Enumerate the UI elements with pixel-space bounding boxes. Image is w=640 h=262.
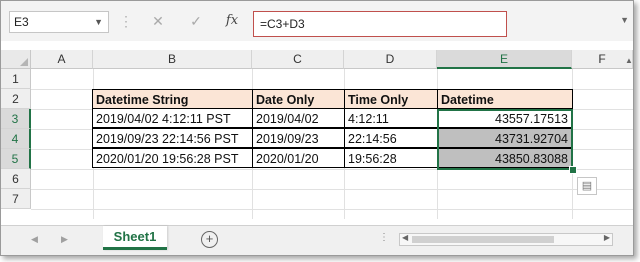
drag-handle-icon[interactable]: ⋮: [119, 13, 133, 30]
table-cell[interactable]: 22:14:56: [344, 128, 438, 148]
table-cell[interactable]: 19:56:28: [344, 148, 438, 168]
column-header-d[interactable]: D: [344, 50, 437, 69]
scroll-thumb[interactable]: [412, 236, 554, 243]
formula-bar-area: E3 ▼ ⋮ ✕ ✓ fx =C3+D3 ▼: [1, 1, 633, 41]
sheet-tab-sheet1[interactable]: Sheet1: [103, 226, 167, 250]
row-header-6[interactable]: 6: [1, 169, 31, 189]
row-header-4[interactable]: 4: [1, 129, 31, 149]
name-box[interactable]: E3 ▼: [9, 11, 109, 33]
header-cell-date-only[interactable]: Date Only: [252, 89, 345, 109]
table-cell[interactable]: 2019/09/23 22:14:56 PST: [92, 128, 253, 148]
check-icon[interactable]: ✓: [185, 11, 207, 31]
table-cell[interactable]: 2019/04/02: [252, 108, 345, 128]
expand-formula-bar-icon[interactable]: ▼: [620, 15, 629, 25]
column-header-a[interactable]: A: [31, 50, 93, 69]
column-header-c[interactable]: C: [252, 50, 344, 69]
horizontal-scrollbar[interactable]: ◀ ▶: [399, 233, 613, 246]
gridline: [31, 209, 633, 210]
quick-analysis-icon[interactable]: ▤: [577, 177, 597, 195]
row-header-2[interactable]: 2: [1, 89, 31, 109]
scroll-left-icon[interactable]: ◀: [402, 233, 408, 242]
chevron-down-icon[interactable]: ▼: [94, 12, 103, 32]
table-cell[interactable]: 2019/09/23: [252, 128, 345, 148]
scroll-up-icon[interactable]: ▲: [625, 56, 633, 65]
row-header-3[interactable]: 3: [1, 109, 31, 129]
excel-window: E3 ▼ ⋮ ✕ ✓ fx =C3+D3 ▼ A B C D E F 1 2 3…: [0, 0, 634, 256]
header-cell-datetime-string[interactable]: Datetime String: [92, 89, 253, 109]
insert-function-button[interactable]: fx: [221, 11, 243, 31]
column-header-e[interactable]: E: [437, 50, 572, 69]
select-all-button[interactable]: [1, 50, 31, 69]
table-cell[interactable]: 2019/04/02 4:12:11 PST: [92, 108, 253, 128]
sheet-tab-bar: ◀ ▶ Sheet1 + ⋮ ◀ ▶: [1, 225, 633, 255]
selection-range: [437, 109, 573, 170]
column-header-b[interactable]: B: [93, 50, 252, 69]
table-cell[interactable]: 4:12:11: [344, 108, 438, 128]
header-cell-time-only[interactable]: Time Only: [344, 89, 438, 109]
add-sheet-button[interactable]: +: [201, 231, 218, 248]
vertical-scrollbar[interactable]: ▲: [625, 50, 633, 220]
column-header-f[interactable]: F: [572, 50, 633, 69]
close-icon[interactable]: ✕: [147, 11, 169, 31]
row-header-5[interactable]: 5: [1, 149, 31, 169]
scroll-tabs-right-icon[interactable]: ▶: [61, 234, 68, 245]
table-cell[interactable]: 2020/01/20 19:56:28 PST: [92, 148, 253, 168]
tab-split-handle-icon[interactable]: ⋮: [379, 232, 390, 243]
header-cell-datetime[interactable]: Datetime: [437, 89, 573, 109]
scroll-tabs-left-icon[interactable]: ◀: [31, 234, 38, 245]
name-box-value: E3: [14, 15, 29, 29]
formula-input[interactable]: =C3+D3: [253, 11, 507, 37]
row-header-7[interactable]: 7: [1, 189, 31, 209]
fill-handle[interactable]: [569, 166, 577, 174]
gridline: [31, 189, 633, 190]
row-header-1[interactable]: 1: [1, 69, 31, 89]
table-cell[interactable]: 2020/01/20: [252, 148, 345, 168]
scroll-right-icon[interactable]: ▶: [604, 233, 610, 242]
